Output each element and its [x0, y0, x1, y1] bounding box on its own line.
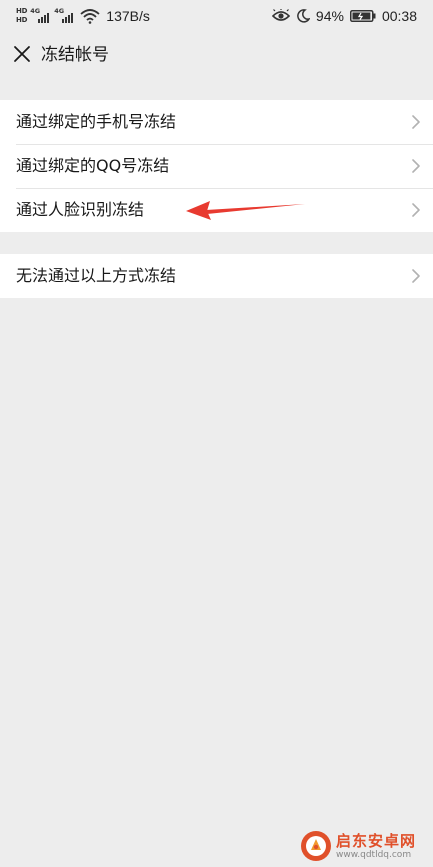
option-label: 无法通过以上方式冻结: [16, 266, 177, 285]
wifi-icon: [80, 9, 100, 24]
watermark: 启东安卓网 www.qdtldq.com: [300, 826, 430, 866]
battery-percent: 94%: [315, 8, 344, 24]
clock: 00:38: [381, 8, 417, 24]
title-bar: 冻结帐号: [0, 32, 433, 78]
page-title: 冻结帐号: [41, 45, 109, 65]
option-freeze-by-phone[interactable]: 通过绑定的手机号冻结: [0, 100, 433, 144]
close-icon: [14, 46, 30, 62]
status-left: HD HD 4G 4G 137B/s: [16, 4, 150, 28]
hd-badge-top: HD: [16, 7, 28, 15]
network-speed: 137B/s: [106, 8, 150, 24]
eye-icon: [271, 9, 290, 21]
chevron-right-icon: [412, 159, 420, 173]
battery-icon: [349, 10, 376, 22]
chevron-right-icon: [412, 269, 420, 283]
watermark-text: 启东安卓网 www.qdtldq.com: [336, 832, 416, 861]
option-freeze-by-qq[interactable]: 通过绑定的QQ号冻结: [0, 144, 433, 188]
close-button[interactable]: [8, 40, 36, 68]
status-bar: HD HD 4G 4G 137B/s 94% 00:38: [0, 0, 433, 32]
other-options-group: 无法通过以上方式冻结: [0, 254, 433, 298]
status-right: 94% 00:38: [271, 4, 417, 28]
chevron-right-icon: [412, 203, 420, 217]
freeze-options-group: 通过绑定的手机号冻结 通过绑定的QQ号冻结 通过人脸识别冻结: [0, 100, 433, 232]
option-label: 通过绑定的QQ号冻结: [16, 156, 170, 175]
hd-icon: HD HD: [16, 7, 27, 25]
watermark-url: www.qdtldq.com: [336, 849, 412, 860]
option-freeze-by-face[interactable]: 通过人脸识别冻结: [0, 188, 433, 232]
chevron-right-icon: [412, 115, 420, 129]
watermark-logo-icon: [301, 831, 331, 861]
option-freeze-other[interactable]: 无法通过以上方式冻结: [0, 254, 433, 298]
option-label: 通过绑定的手机号冻结: [16, 112, 177, 131]
signal-icon-2: 4G: [54, 8, 76, 24]
watermark-name: 启东安卓网: [336, 831, 417, 850]
signal-icon: 4G: [30, 8, 52, 24]
hd-badge-bottom: HD: [16, 16, 28, 24]
moon-icon: [297, 9, 310, 23]
option-label: 通过人脸识别冻结: [16, 200, 145, 219]
